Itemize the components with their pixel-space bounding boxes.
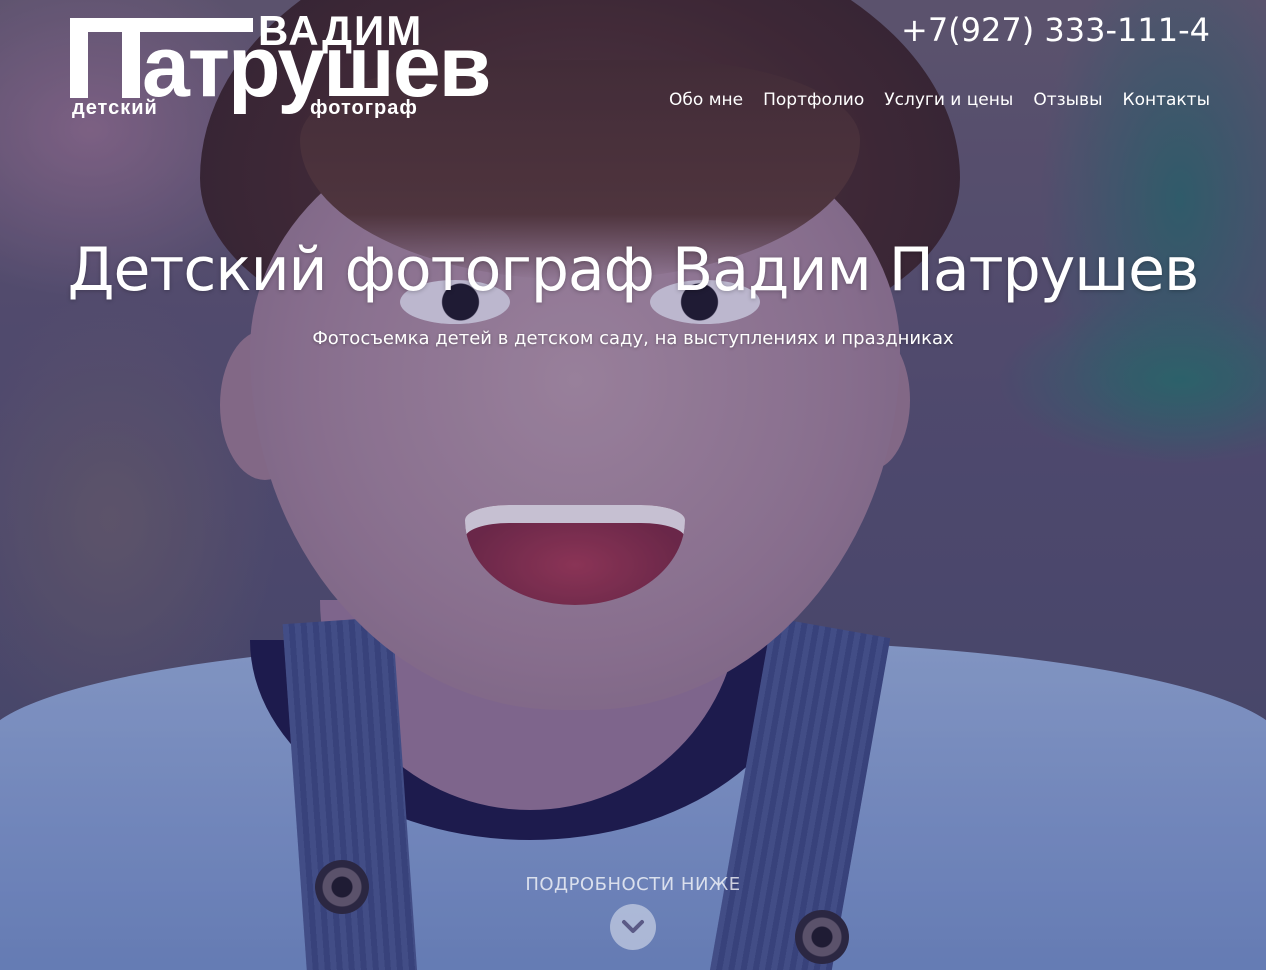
nav-item: Отзывы [1033,90,1102,110]
hero-overlay [0,0,1266,970]
nav-item: Контакты [1123,90,1211,110]
site-logo[interactable]: ВАДИМ атрушев детский фотограф [70,10,492,122]
nav-item: Обо мне [669,90,743,110]
nav-link-reviews[interactable]: Отзывы [1033,90,1102,110]
hero-subtitle: Фотосъемка детей в детском саду, на выст… [312,328,954,349]
logo-subtitle-right: фотограф [310,97,418,119]
hero-title: Детский фотограф Вадим Патрушев [67,235,1200,305]
hero-background [0,0,1266,970]
chevron-down-icon[interactable] [610,903,656,950]
chevron-down-glyph [622,919,644,933]
nav-link-about[interactable]: Обо мне [669,90,743,110]
phone-link[interactable]: +7(927) 333-111-4 [901,14,1210,46]
nav-item: Портфолио [763,90,864,110]
scroll-down-label: ПОДРОБНОСТИ НИЖЕ [525,874,741,895]
logo-subtitle-left: детский [72,97,158,119]
logo-pi-right [122,18,140,98]
nav-link-portfolio[interactable]: Портфолио [763,90,864,110]
scroll-down-button[interactable]: ПОДРОБНОСТИ НИЖЕ [0,874,1266,950]
nav-link-contacts[interactable]: Контакты [1123,90,1211,110]
logo-pi-left [70,18,88,98]
nav-item: Услуги и цены [884,90,1013,110]
nav-link-services[interactable]: Услуги и цены [884,90,1013,110]
main-nav: Обо мне Портфолио Услуги и цены Отзывы К… [669,90,1210,110]
